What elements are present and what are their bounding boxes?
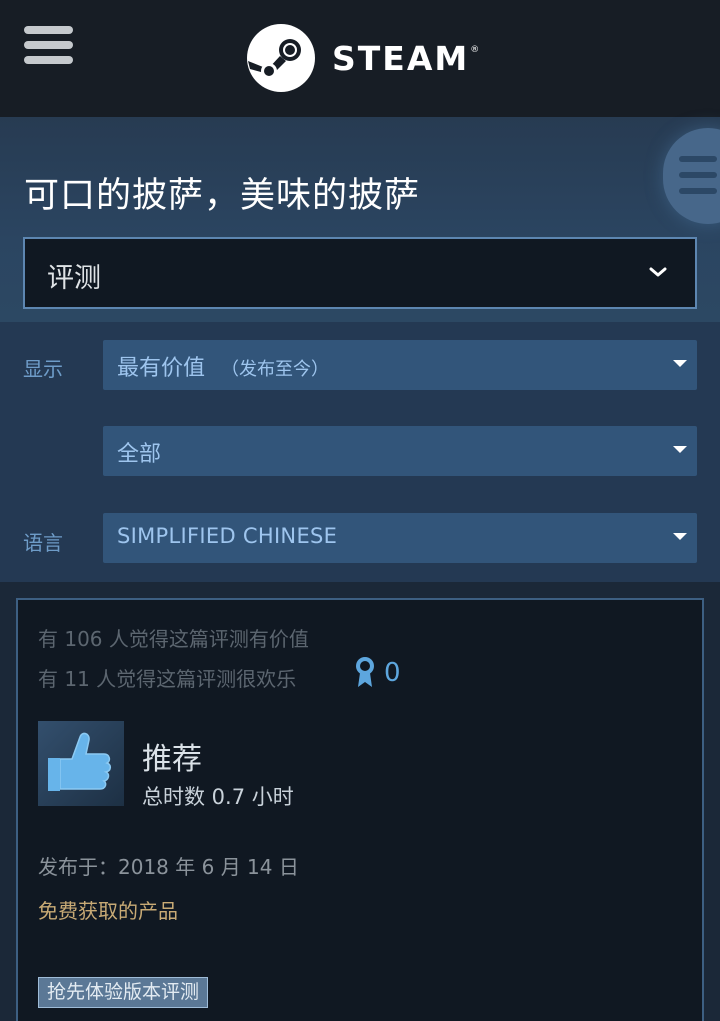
dropdown-arrow-icon — [673, 533, 687, 540]
language-label: 语言 — [23, 531, 63, 555]
show-label: 显示 — [23, 357, 63, 381]
language-select[interactable]: SIMPLIFIED CHINESE — [103, 513, 697, 563]
sort-select-value: 最有价值 （发布至今） — [117, 356, 330, 381]
steam-logo-icon — [247, 24, 315, 92]
top-nav-bar: STEAM® — [0, 0, 720, 117]
helpful-count: 有 106 人觉得这篇评测有价值 — [38, 627, 309, 651]
chevron-down-icon — [649, 267, 667, 277]
type-select[interactable]: 全部 — [103, 426, 697, 476]
dropdown-arrow-icon — [673, 360, 687, 367]
hours-played: 总时数 0.7 小时 — [142, 785, 294, 809]
award-ribbon-icon[interactable] — [354, 656, 376, 688]
dropdown-arrow-icon — [673, 446, 687, 453]
free-product-note: 免费获取的产品 — [38, 899, 178, 923]
sort-select[interactable]: 最有价值 （发布至今） — [103, 340, 697, 390]
review-card[interactable]: 有 106 人觉得这篇评测有价值 有 11 人觉得这篇评测很欢乐 0 推荐 总时… — [16, 598, 704, 1021]
posted-date: 发布于：2018 年 6 月 14 日 — [38, 855, 299, 879]
page-title: 可口的披萨，美味的披萨 — [24, 176, 421, 216]
thumbs-up-badge — [38, 721, 124, 806]
award-count: 0 — [384, 658, 401, 688]
section-select-value: 评测 — [47, 263, 101, 294]
brand-name: STEAM® — [332, 38, 482, 78]
early-access-badge: 抢先体验版本评测 — [38, 977, 209, 1008]
funny-count: 有 11 人觉得这篇评测很欢乐 — [38, 667, 297, 691]
steam-logo[interactable]: STEAM® — [246, 23, 481, 93]
language-select-value: SIMPLIFIED CHINESE — [117, 524, 338, 548]
section-select[interactable]: 评测 — [23, 237, 697, 309]
review-verdict: 推荐 — [142, 742, 202, 777]
thumbs-up-icon — [48, 732, 111, 791]
hamburger-icon[interactable] — [24, 26, 74, 66]
type-select-value: 全部 — [117, 442, 162, 467]
